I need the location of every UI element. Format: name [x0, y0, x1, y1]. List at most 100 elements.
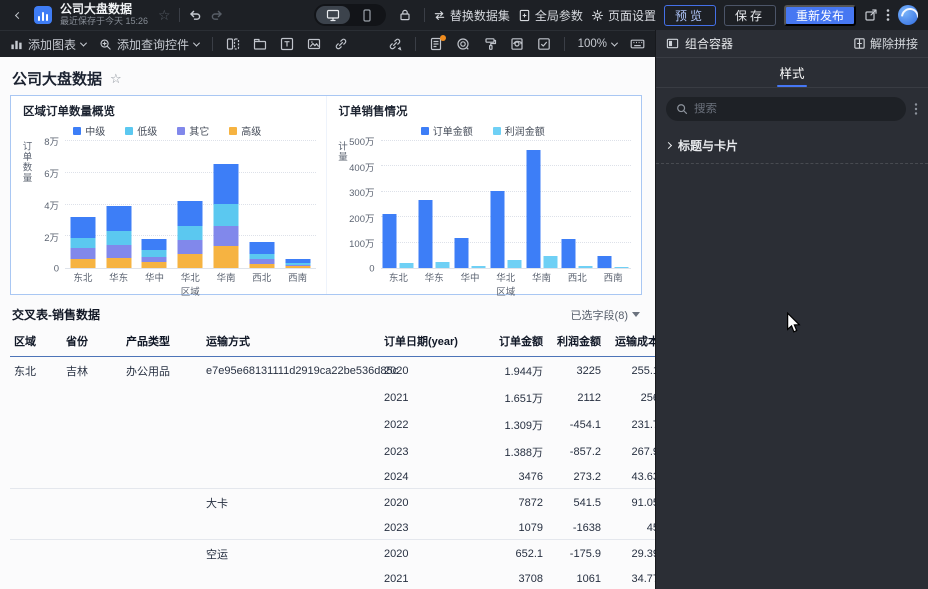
- table-cell: [10, 438, 62, 465]
- image-widget-icon[interactable]: [307, 37, 321, 51]
- stacked-bar: [142, 239, 167, 268]
- save-button[interactable]: 保存: [724, 5, 776, 26]
- bar-segment-高级: [70, 259, 95, 268]
- chart-order-sales[interactable]: 订单销售情况订单金额利润金额计量0100万200万300万400万500万东北华…: [326, 96, 642, 294]
- table-cell: [122, 516, 202, 540]
- link-settings-icon[interactable]: [388, 37, 402, 51]
- table-cell: 91.05: [605, 489, 655, 517]
- bar-利润金额: [436, 262, 450, 268]
- search-plus-icon: [99, 38, 112, 51]
- cross-table-widget[interactable]: 交叉表-销售数据 已选字段(8) 区域省份产品类型运输方式订单日期(year)订…: [10, 304, 642, 589]
- tab-style[interactable]: 样式: [775, 58, 808, 87]
- bar-segment-其它: [214, 226, 239, 247]
- chart-title: 区域订单数量概览: [19, 103, 316, 119]
- table-cell: 1079: [475, 516, 547, 540]
- more-menu-icon[interactable]: [886, 8, 890, 22]
- text-widget-icon[interactable]: [280, 37, 294, 51]
- zoom-select[interactable]: 100%: [578, 38, 617, 50]
- legend-item[interactable]: 高级: [229, 123, 261, 138]
- table-cell: 256: [605, 384, 655, 411]
- global-params-button[interactable]: 全局参数: [518, 7, 583, 24]
- cross-table: 区域省份产品类型运输方式订单日期(year)订单金额利润金额运输成本 东北吉林办…: [10, 329, 655, 589]
- add-query-widget-button[interactable]: 添加查询控件: [99, 36, 199, 53]
- table-cell: [122, 567, 202, 589]
- section-title-and-card[interactable]: 标题与卡片: [656, 130, 928, 164]
- page-settings-button[interactable]: 页面设置: [591, 7, 656, 24]
- notes-badge-icon[interactable]: [429, 37, 443, 51]
- table-cell: [10, 411, 62, 438]
- detach-icon: [853, 37, 866, 50]
- x-tick-label: 华北: [488, 270, 524, 284]
- page-star-icon[interactable]: ☆: [110, 71, 122, 87]
- legend-item[interactable]: 利润金额: [493, 123, 545, 138]
- legend-item[interactable]: 中级: [73, 123, 105, 138]
- tab-widget-icon[interactable]: [253, 37, 267, 51]
- table-header-cell[interactable]: 利润金额: [547, 329, 605, 357]
- plot-area: [65, 141, 316, 269]
- chart-legend: 中级 低级 其它 高级: [19, 123, 316, 138]
- detach-button[interactable]: 解除拼接: [853, 35, 918, 52]
- y-tick-label: 2万: [44, 230, 59, 244]
- chart-region-orders[interactable]: 区域订单数量概览中级 低级 其它 高级订单数量02万4万6万8万东北华东华中华北华南西…: [11, 96, 326, 294]
- panel-tabs: 样式: [656, 58, 928, 88]
- desktop-view-toggle[interactable]: [316, 6, 350, 24]
- user-avatar[interactable]: [898, 5, 918, 25]
- fields-selected-dropdown[interactable]: 已选字段(8): [571, 307, 640, 323]
- last-saved-text: 最近保存于今天 15:26: [60, 17, 148, 26]
- share-icon[interactable]: [864, 8, 878, 22]
- table-cell: -857.2: [547, 438, 605, 465]
- y-tick-label: 200万: [349, 211, 374, 225]
- bar-订单金额: [490, 191, 504, 268]
- lock-icon[interactable]: [398, 8, 412, 22]
- legend-item[interactable]: 订单金额: [421, 123, 473, 138]
- gridline: [381, 140, 632, 141]
- add-chart-button[interactable]: 添加图表: [10, 36, 86, 53]
- preview-doc-icon[interactable]: [510, 37, 524, 51]
- legend-item[interactable]: 低级: [125, 123, 157, 138]
- table-cell: 1.388万: [475, 438, 547, 465]
- divider: [564, 37, 565, 51]
- container-widget-icon[interactable]: [226, 37, 240, 51]
- y-tick-label: 6万: [44, 166, 59, 180]
- x-axis-title: 区域: [381, 284, 632, 297]
- todo-check-icon[interactable]: [537, 37, 551, 51]
- top-bar: 公司大盘数据 最近保存于今天 15:26 ☆ 替换数据集 全局参数: [0, 0, 928, 30]
- table-header-cell[interactable]: 区域: [10, 329, 62, 357]
- table-cell: [202, 465, 380, 489]
- table-header-cell[interactable]: 订单日期(year): [380, 329, 475, 357]
- redo-icon[interactable]: [210, 8, 224, 22]
- combined-chart-container[interactable]: 区域订单数量概览中级 低级 其它 高级订单数量02万4万6万8万东北华东华中华北华南西…: [10, 95, 642, 295]
- table-header-cell[interactable]: 产品类型: [122, 329, 202, 357]
- x-tick-label: 西北: [559, 270, 595, 284]
- table-cell: [122, 411, 202, 438]
- table-header-cell[interactable]: 省份: [62, 329, 122, 357]
- panel-search-box[interactable]: [666, 97, 906, 121]
- keyboard-shortcuts-icon[interactable]: [630, 37, 645, 51]
- chevron-right-icon: [665, 142, 672, 149]
- dashboard-canvas[interactable]: 公司大盘数据 ☆ 区域订单数量概览中级低级其它高级订单数量02万4万6万8万东北…: [0, 57, 655, 589]
- table-header-cell[interactable]: 运输成本: [605, 329, 655, 357]
- replace-dataset-icon: [433, 9, 446, 22]
- panel-search-input[interactable]: [694, 103, 896, 115]
- y-axis-ticks: 02万4万6万8万: [32, 141, 65, 269]
- link-widget-icon[interactable]: [334, 37, 348, 51]
- comment-search-icon[interactable]: [456, 37, 470, 51]
- table-cell: [10, 516, 62, 540]
- table-cell: 652.1: [475, 540, 547, 568]
- legend-item[interactable]: 其它: [177, 123, 209, 138]
- replace-dataset-button[interactable]: 替换数据集: [433, 7, 510, 24]
- format-painter-icon[interactable]: [483, 37, 497, 51]
- y-axis-title: 计量: [335, 141, 348, 269]
- chart-plot-region: 订单数量02万4万6万8万东北华东华中华北华南西北西南区域: [19, 141, 316, 297]
- republish-button[interactable]: 重新发布: [784, 5, 856, 26]
- favorite-star-icon[interactable]: ☆: [158, 7, 171, 24]
- mobile-view-toggle[interactable]: [350, 6, 384, 24]
- x-tick-label: 华中: [137, 270, 173, 284]
- search-more-icon[interactable]: [910, 102, 922, 116]
- preview-button[interactable]: 预览: [664, 5, 716, 26]
- table-header-cell[interactable]: 订单金额: [475, 329, 547, 357]
- undo-icon[interactable]: [188, 8, 202, 22]
- bar-segment-中级: [178, 201, 203, 226]
- back-icon[interactable]: [10, 13, 26, 18]
- table-header-cell[interactable]: 运输方式: [202, 329, 380, 357]
